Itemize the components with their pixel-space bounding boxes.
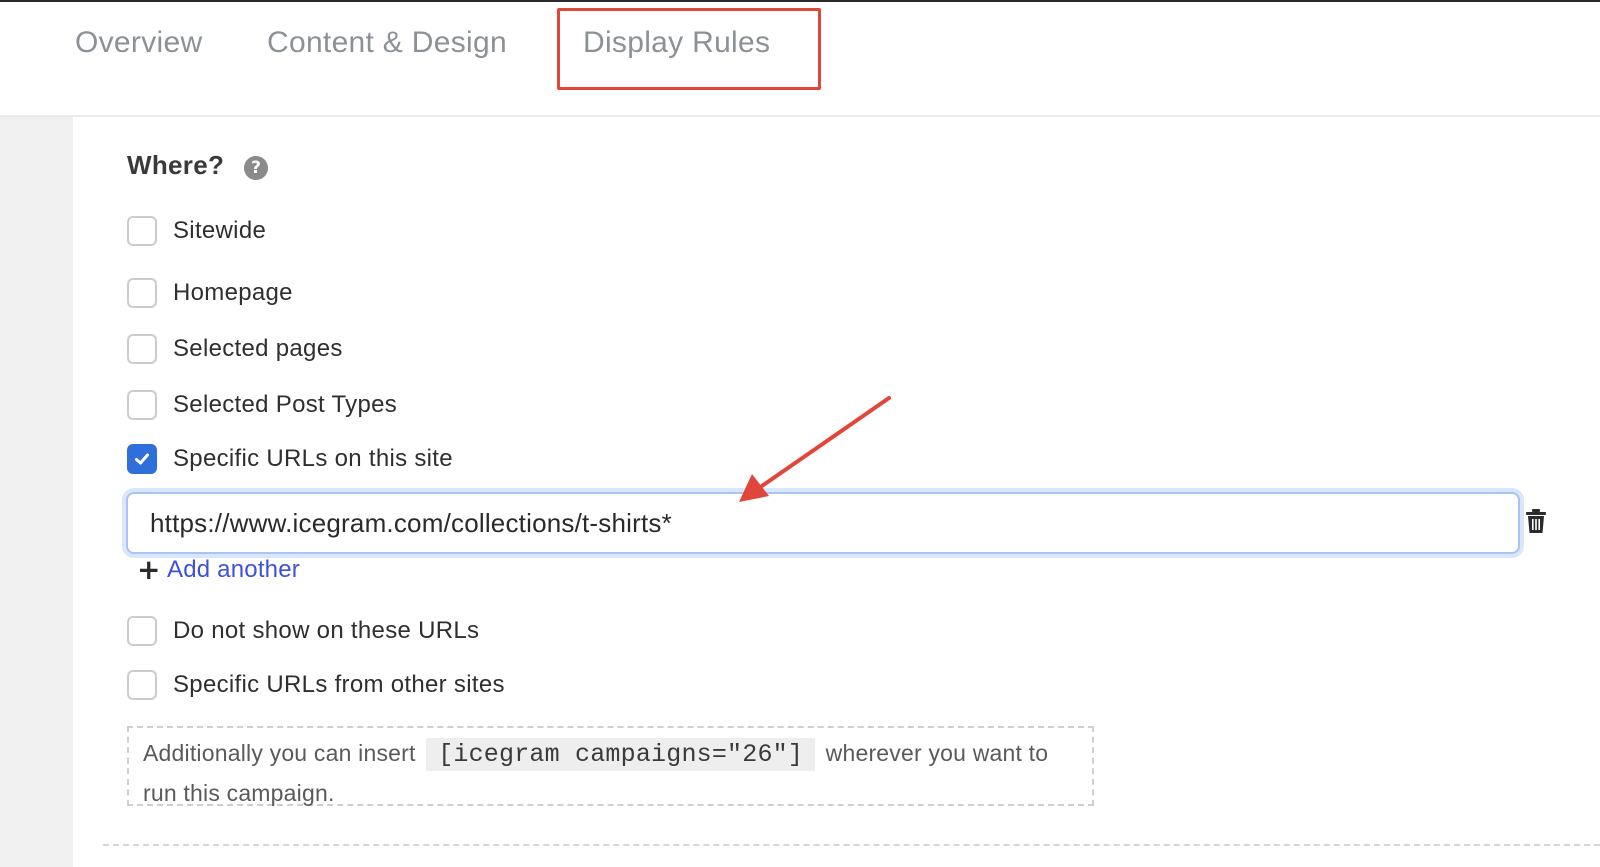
url-input[interactable] (126, 492, 1520, 554)
option-label: Do not show on these URLs (173, 617, 480, 644)
tab-overview[interactable]: Overview (75, 26, 202, 60)
checkmark-icon (135, 453, 149, 465)
option-label: Specific URLs on this site (173, 445, 453, 472)
tab-content-design[interactable]: Content & Design (267, 26, 507, 60)
question-circle-icon[interactable]: ? (244, 156, 268, 180)
option-label: Homepage (173, 279, 293, 306)
add-another-link[interactable]: + Add another (137, 556, 300, 584)
checkbox[interactable] (127, 278, 157, 308)
shortcode-prefix: Additionally you can insert (143, 740, 416, 766)
tab-bar: Overview Content & Design Display Rules (0, 2, 1600, 117)
checkbox[interactable] (127, 216, 157, 246)
section-divider (103, 844, 1600, 846)
tab-display-rules[interactable]: Display Rules (583, 26, 770, 60)
option-selected-post-types[interactable]: Selected Post Types (127, 390, 397, 420)
option-specific-urls-this-site[interactable]: Specific URLs on this site (127, 444, 453, 474)
left-gutter (0, 117, 73, 867)
add-another-label: Add another (167, 556, 300, 583)
option-label: Selected Post Types (173, 391, 398, 418)
option-homepage[interactable]: Homepage (127, 278, 293, 308)
shortcode-note: Additionally you can insert [icegram cam… (127, 726, 1094, 806)
checkbox[interactable] (127, 390, 157, 420)
option-do-not-show-urls[interactable]: Do not show on these URLs (127, 616, 479, 646)
shortcode-code: [icegram campaigns="26"] (426, 738, 816, 771)
option-specific-urls-other-sites[interactable]: Specific URLs from other sites (127, 670, 505, 700)
option-label: Specific URLs from other sites (173, 671, 505, 698)
where-title: Where? (127, 150, 225, 180)
checkbox-checked[interactable] (127, 444, 157, 474)
trash-icon[interactable] (1526, 509, 1546, 533)
checkbox[interactable] (127, 670, 157, 700)
option-sitewide[interactable]: Sitewide (127, 216, 266, 246)
option-selected-pages[interactable]: Selected pages (127, 334, 343, 364)
option-label: Sitewide (173, 217, 267, 244)
checkbox[interactable] (127, 334, 157, 364)
checkbox[interactable] (127, 616, 157, 646)
option-label: Selected pages (173, 335, 343, 362)
plus-icon: + (137, 553, 161, 586)
